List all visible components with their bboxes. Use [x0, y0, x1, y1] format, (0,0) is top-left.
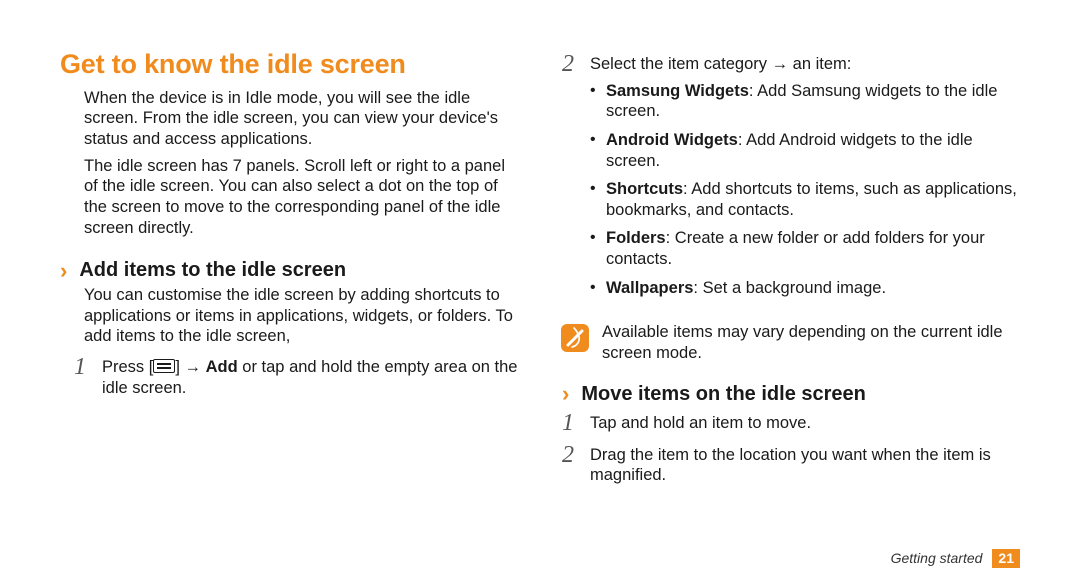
step-2: 2 Drag the item to the location you want…: [562, 445, 1020, 486]
list-item: Shortcuts: Add shortcuts to items, such …: [590, 179, 1020, 220]
list-item: Samsung Widgets: Add Samsung widgets to …: [590, 81, 1020, 122]
add-items-steps: 1 Press [] → Add or tap and hold the emp…: [74, 357, 518, 408]
chevron-icon: ›: [562, 383, 569, 405]
step-2: 2 Select the item category → an item: Sa…: [562, 54, 1020, 306]
step-1: 1 Press [] → Add or tap and hold the emp…: [74, 357, 518, 398]
section-title: Get to know the idle screen: [60, 48, 518, 82]
step-number: 1: [74, 355, 90, 398]
right-column: 2 Select the item category → an item: Sa…: [562, 48, 1020, 586]
page-number: 21: [992, 549, 1020, 569]
chevron-icon: ›: [60, 260, 67, 282]
subhead-add-items: › Add items to the idle screen: [60, 258, 518, 283]
step-number: 1: [562, 411, 578, 435]
step-text: Drag the item to the location you want w…: [590, 445, 1020, 486]
chapter-name: Getting started: [891, 550, 983, 568]
subhead-move-items: › Move items on the idle screen: [562, 382, 1020, 407]
move-items-steps: 1 Tap and hold an item to move. 2 Drag t…: [562, 413, 1020, 496]
step-number: 2: [562, 52, 578, 306]
page-footer: Getting started 21: [891, 549, 1020, 569]
menu-key-icon: [153, 359, 175, 373]
note: Available items may vary depending on th…: [560, 322, 1020, 363]
subhead-label: Add items to the idle screen: [79, 258, 346, 283]
step-2-lead: Select the item category → an item:: [590, 55, 851, 73]
step-text: Select the item category → an item: Sams…: [590, 54, 1020, 306]
add-items-intro: You can customise the idle screen by add…: [84, 285, 518, 347]
note-text: Available items may vary depending on th…: [602, 322, 1020, 363]
step-1: 1 Tap and hold an item to move.: [562, 413, 1020, 435]
left-column: Get to know the idle screen When the dev…: [60, 48, 518, 586]
add-items-steps-cont: 2 Select the item category → an item: Sa…: [562, 52, 1020, 316]
category-list: Samsung Widgets: Add Samsung widgets to …: [590, 81, 1020, 299]
step-text: Press [] → Add or tap and hold the empty…: [102, 357, 518, 398]
step-number: 2: [562, 443, 578, 486]
step-text: Tap and hold an item to move.: [590, 413, 1020, 435]
document-page: Get to know the idle screen When the dev…: [0, 0, 1080, 586]
note-icon: [560, 323, 590, 353]
intro-paragraph-1: When the device is in Idle mode, you wil…: [84, 88, 518, 150]
list-item: Folders: Create a new folder or add fold…: [590, 228, 1020, 269]
list-item: Wallpapers: Set a background image.: [590, 278, 1020, 299]
list-item: Android Widgets: Add Android widgets to …: [590, 130, 1020, 171]
subhead-label: Move items on the idle screen: [581, 382, 866, 407]
intro-paragraph-2: The idle screen has 7 panels. Scroll lef…: [84, 156, 518, 239]
